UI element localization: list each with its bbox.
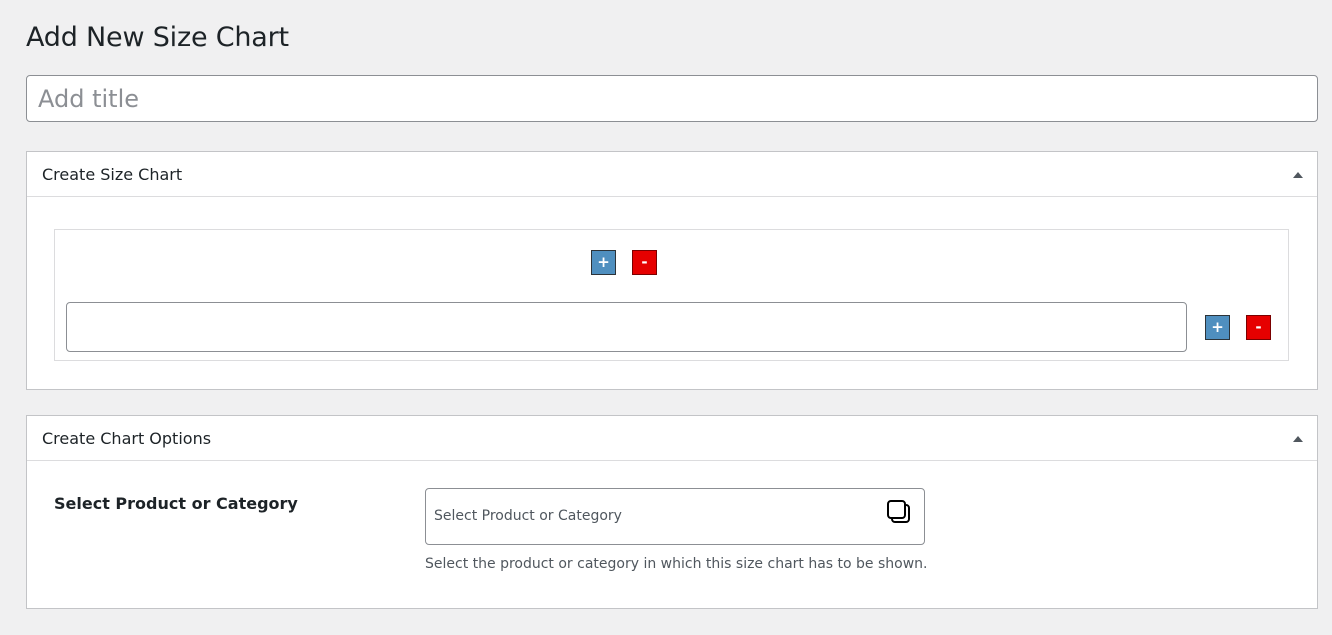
remove-column-button[interactable]: - xyxy=(632,250,657,275)
product-category-select[interactable]: Select Product or Category xyxy=(425,488,925,545)
size-chart-title: Create Size Chart xyxy=(42,165,183,184)
copy-icon xyxy=(886,499,912,525)
chart-options-postbox: Create Chart Options Select Product or C… xyxy=(26,415,1318,609)
select-product-label: Select Product or Category xyxy=(54,494,298,513)
size-chart-cell-input[interactable] xyxy=(66,302,1187,352)
size-chart-table: + - + - xyxy=(54,229,1289,361)
select-help-text: Select the product or category in which … xyxy=(425,556,928,572)
size-chart-header[interactable]: Create Size Chart xyxy=(27,152,1317,197)
size-chart-postbox: Create Size Chart + - + - xyxy=(26,151,1318,390)
page-title: Add New Size Chart xyxy=(26,22,289,53)
add-column-button[interactable]: + xyxy=(591,250,616,275)
title-input[interactable] xyxy=(26,75,1318,122)
remove-row-button[interactable]: - xyxy=(1246,315,1271,340)
collapse-toggle-icon[interactable] xyxy=(1292,170,1304,180)
select-placeholder: Select Product or Category xyxy=(434,508,622,524)
chart-options-title: Create Chart Options xyxy=(42,429,212,448)
collapse-toggle-icon[interactable] xyxy=(1292,434,1304,444)
chart-options-header[interactable]: Create Chart Options xyxy=(27,416,1317,461)
add-row-button[interactable]: + xyxy=(1205,315,1230,340)
